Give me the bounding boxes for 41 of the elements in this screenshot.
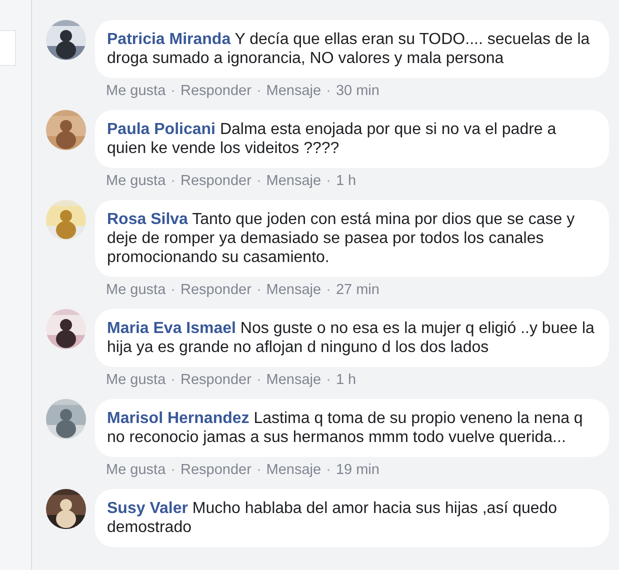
timestamp-link[interactable]: 1 h [336, 172, 356, 190]
action-link[interactable]: Mensaje [266, 82, 322, 100]
action-link[interactable]: Responder [180, 281, 252, 299]
comment-text: Maria Eva Ismael Nos guste o no esa es la mujer q eligió ..y buee la hija ya es grande no aflojan d ninguno d los dos lados [107, 319, 596, 357]
comment-text: Susy Valer Mucho hablaba del amor hacia sus hijas ,así quedo demostrado [107, 499, 558, 537]
separator-dot: · [170, 461, 176, 479]
action-link[interactable]: Me gusta [106, 461, 166, 479]
action-link[interactable]: Me gusta [106, 82, 166, 100]
action-link[interactable]: Responder [180, 82, 252, 100]
action-link[interactable]: Responder [180, 172, 252, 190]
action-link[interactable]: Mensaje [266, 281, 322, 299]
action-link[interactable]: Me gusta [106, 281, 166, 299]
timestamp-link[interactable]: 1 h [336, 371, 356, 389]
comment-text: Rosa Silva Tanto que joden con está mina por dios que se case y deje de romper ya demasiado se pasea por todos los canales promocionando su casamiento. [107, 210, 576, 267]
separator-dot: · [170, 82, 176, 100]
separator-dot: · [326, 461, 331, 479]
separator-dot: · [170, 371, 176, 389]
comment-text: Patricia Miranda Y decía que ellas eran su TODO.... secuelas de la droga sumado a ignorancia, NO valores y mala persona [107, 30, 591, 68]
timestamp-link[interactable]: 30 min [336, 82, 380, 100]
separator-dot: · [256, 281, 262, 299]
timestamp-link[interactable]: 19 min [336, 461, 380, 479]
action-link[interactable]: Responder [180, 461, 252, 479]
separator-dot: · [326, 82, 331, 100]
action-link[interactable]: Responder [180, 371, 252, 389]
separator-dot: · [170, 172, 176, 190]
comment-text: Marisol Hernandez Lastima q toma de su propio veneno la nena q no reconocio jamas a sus hermanos mmm todo vuelve querida... [107, 409, 584, 447]
separator-dot: · [256, 461, 262, 479]
timestamp-link[interactable]: 27 min [336, 281, 380, 299]
separator-dot: · [326, 172, 331, 190]
separator-dot: · [256, 172, 262, 190]
separator-dot: · [326, 371, 331, 389]
comment-text: Paula Policani Dalma esta enojada por que si no va el padre a quien ke vende los videitos ???? [107, 120, 558, 158]
action-link[interactable]: Me gusta [106, 371, 166, 389]
action-link[interactable]: Mensaje [266, 371, 322, 389]
action-link[interactable]: Me gusta [106, 172, 166, 190]
separator-dot: · [326, 281, 331, 299]
separator-dot: · [256, 371, 262, 389]
separator-dot: · [256, 82, 262, 100]
separator-dot: · [170, 281, 176, 299]
action-link[interactable]: Mensaje [266, 461, 322, 479]
action-link[interactable]: Mensaje [266, 172, 322, 190]
